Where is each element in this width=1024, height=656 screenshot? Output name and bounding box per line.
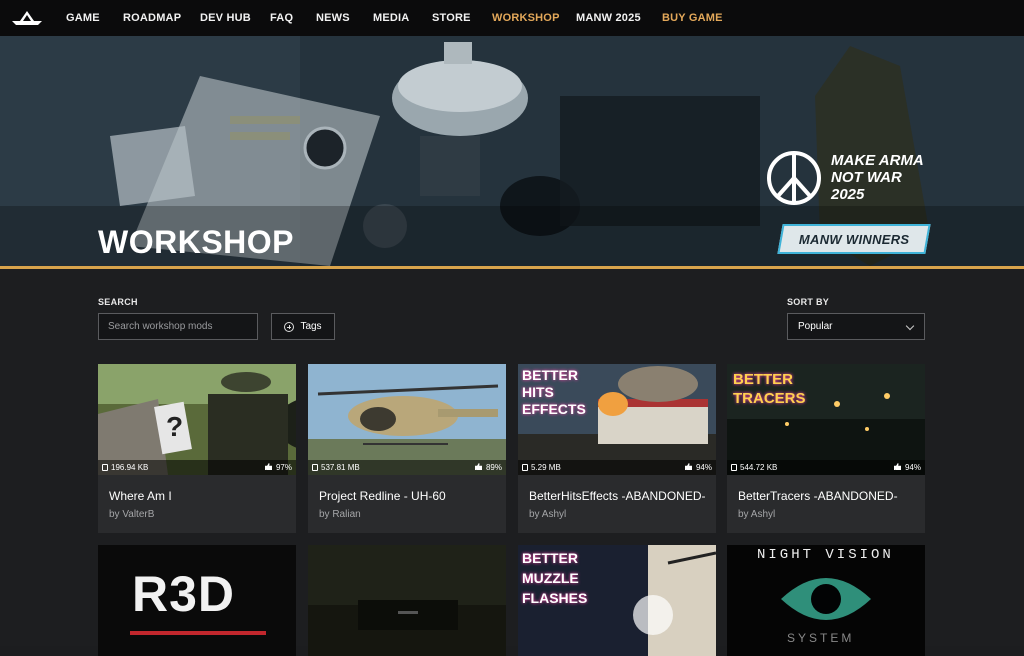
mod-size: 537.81 MB: [321, 463, 360, 472]
tags-button[interactable]: Tags: [271, 313, 335, 340]
nav-faq[interactable]: FAQ: [270, 12, 293, 24]
mod-thumbnail: R3D: [98, 545, 296, 656]
thumbnail-text: SYSTEM: [787, 631, 855, 645]
mod-thumbnail: BETTER HITS EFFECTS: [518, 364, 716, 475]
tags-label: Tags: [300, 321, 322, 332]
disk-icon: [312, 464, 318, 471]
mod-thumbnail: NIGHT VISION SYSTEM: [727, 545, 925, 656]
nav-game[interactable]: GAME: [66, 12, 100, 24]
thumbnail-text: BETTER MUZZLE FLASHES: [522, 550, 588, 606]
thumbnail-text: NIGHT VISION: [757, 547, 894, 563]
disk-icon: [731, 464, 737, 471]
mod-thumbnail: ?: [98, 364, 296, 475]
mod-meta: 544.72 KB 94%: [727, 460, 925, 475]
mod-card[interactable]: [308, 545, 506, 656]
mod-author[interactable]: by Ashyl: [738, 509, 775, 520]
mod-rating: 94%: [904, 463, 921, 472]
disk-icon: [102, 464, 108, 471]
thumbs-up-icon: [265, 463, 272, 470]
nav-buy-game[interactable]: BUY GAME: [662, 12, 723, 24]
thumbs-up-icon: [685, 463, 692, 470]
mod-author[interactable]: by Ashyl: [529, 509, 566, 520]
nav-dev-hub[interactable]: DEV HUB: [200, 12, 251, 24]
mod-meta: 537.81 MB 89%: [308, 460, 506, 475]
manw-heading: MAKE ARMA NOT WAR 2025: [831, 152, 924, 203]
search-input[interactable]: [98, 313, 258, 340]
mod-card[interactable]: BETTER MUZZLE FLASHES: [518, 545, 716, 656]
sort-select[interactable]: Popular: [787, 313, 925, 340]
svg-text:?: ?: [166, 411, 183, 442]
search-label: SEARCH: [98, 297, 138, 307]
thumbs-up-icon: [894, 463, 901, 470]
nav-roadmap[interactable]: ROADMAP: [123, 12, 181, 24]
mod-size: 544.72 KB: [740, 463, 778, 472]
mod-card[interactable]: BETTER HITS EFFECTS 5.29 MB 94% BetterHits…: [518, 364, 716, 533]
manw-logo-icon: [767, 151, 821, 205]
mod-title[interactable]: BetterTracers -ABANDONED-: [738, 489, 898, 503]
nav-workshop[interactable]: WORKSHOP: [492, 12, 560, 24]
mod-thumbnail: [308, 364, 506, 475]
eye-icon: [781, 578, 871, 620]
nav-media[interactable]: MEDIA: [373, 12, 409, 24]
mod-rating: 89%: [485, 463, 502, 472]
sort-value: Popular: [798, 321, 833, 332]
mod-size: 196.94 KB: [111, 463, 149, 472]
mod-card[interactable]: ? 196.94 KB 97% Where Am I by ValterB: [98, 364, 296, 533]
sort-label: SORT BY: [787, 297, 830, 307]
mod-card[interactable]: 537.81 MB 89% Project Redline - UH-60 by…: [308, 364, 506, 533]
mod-rating: 97%: [275, 463, 292, 472]
mod-meta: 5.29 MB 94%: [518, 460, 716, 475]
mod-card[interactable]: BETTER TRACERS 544.72 KB 94% BetterTracer…: [727, 364, 925, 533]
top-nav: GAME ROADMAP DEV HUB FAQ NEWS MEDIA STOR…: [0, 0, 1024, 36]
mod-title[interactable]: BetterHitsEffects -ABANDONED-: [529, 489, 705, 503]
manw-winners-button[interactable]: MANW WINNERS: [777, 224, 931, 254]
arma-logo-icon[interactable]: [12, 9, 42, 27]
mod-meta: 196.94 KB 97%: [98, 460, 296, 475]
thumbnail-text: BETTER TRACERS: [733, 371, 806, 407]
mod-title[interactable]: Where Am I: [109, 489, 172, 503]
thumbnail-underline: [130, 631, 266, 635]
thumbs-up-icon: [475, 463, 482, 470]
chevron-down-icon: [905, 321, 915, 331]
thumbnail-text: R3D: [132, 566, 236, 622]
mod-title[interactable]: Project Redline - UH-60: [319, 489, 446, 503]
mod-rating: 94%: [695, 463, 712, 472]
thumbnail-text: BETTER HITS EFFECTS: [522, 367, 586, 417]
plus-circle-icon: [284, 321, 295, 332]
nav-manw-2025[interactable]: MANW 2025: [576, 12, 641, 24]
mod-card[interactable]: R3D: [98, 545, 296, 656]
page-title: WORKSHOP: [98, 224, 294, 260]
mod-author[interactable]: by Ralian: [319, 509, 361, 520]
disk-icon: [522, 464, 528, 471]
mod-author[interactable]: by ValterB: [109, 509, 154, 520]
mod-thumbnail: [308, 545, 506, 656]
mod-card[interactable]: NIGHT VISION SYSTEM: [727, 545, 925, 656]
mod-size: 5.29 MB: [531, 463, 561, 472]
mod-thumbnail: BETTER MUZZLE FLASHES: [518, 545, 716, 656]
nav-news[interactable]: NEWS: [316, 12, 350, 24]
mod-thumbnail: BETTER TRACERS: [727, 364, 925, 475]
nav-store[interactable]: STORE: [432, 12, 471, 24]
